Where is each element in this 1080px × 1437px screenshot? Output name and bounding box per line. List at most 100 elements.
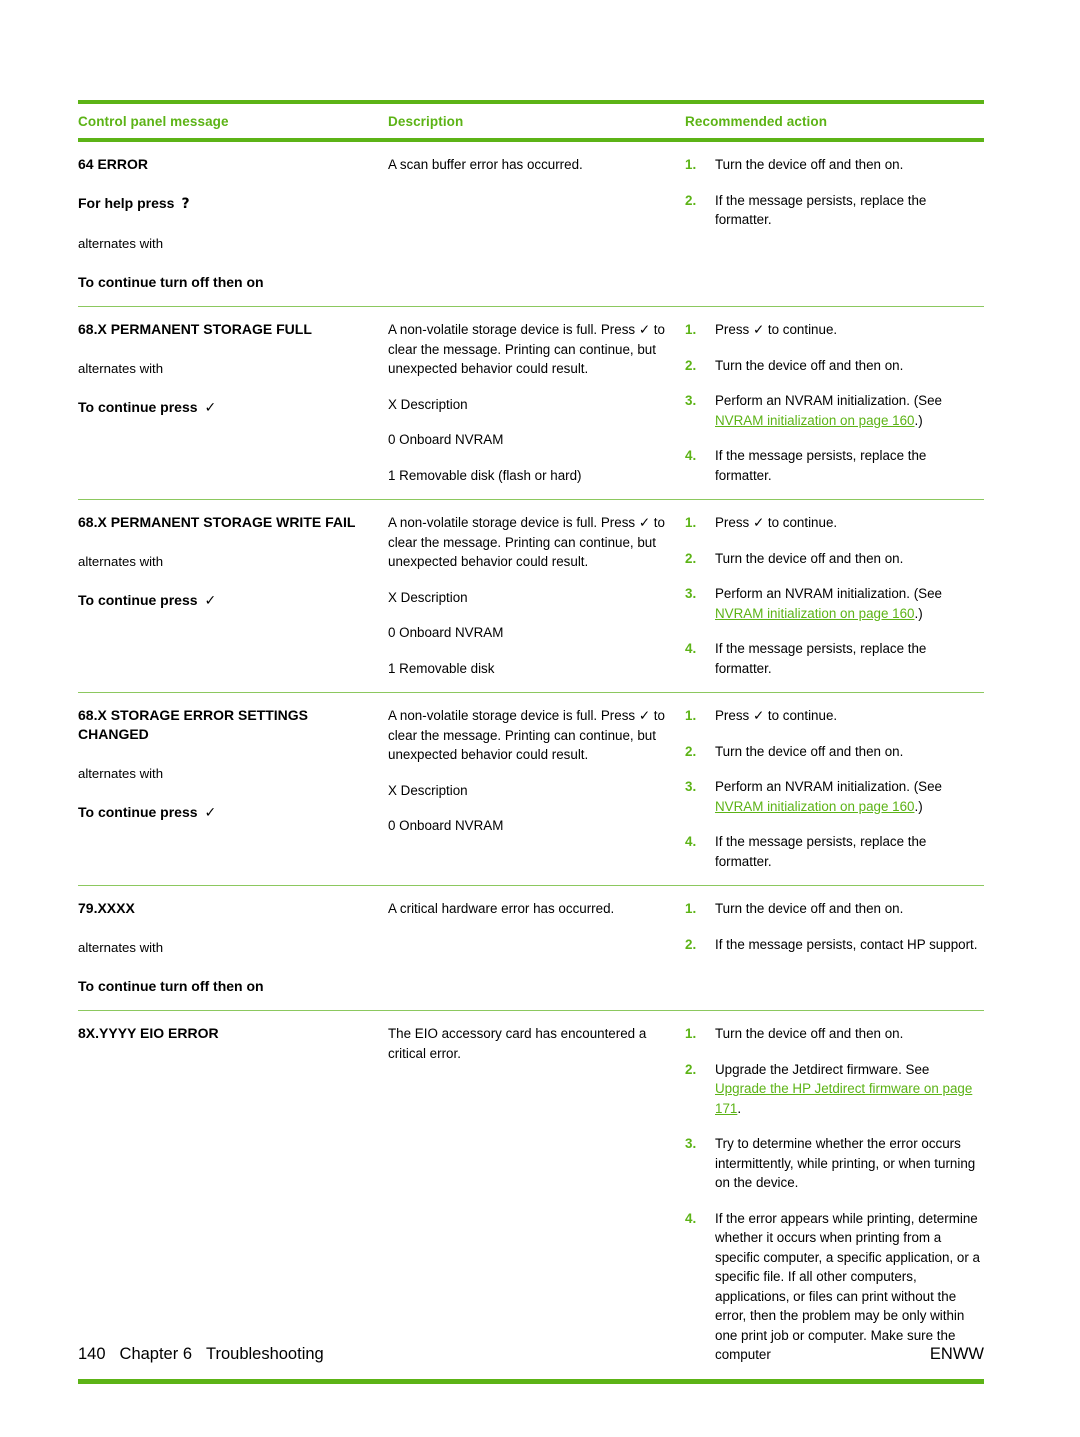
- recommended-action-item: 2. If the message persists, contact HP su…: [685, 935, 984, 955]
- checkmark-icon: ✓: [204, 400, 217, 416]
- action-text-body: Turn the device off and then on.: [715, 901, 904, 916]
- alternates-with-label: alternates with: [78, 236, 164, 251]
- action-text-body: Press ✓ to continue.: [715, 708, 838, 723]
- action-text: Press ✓ to continue.: [715, 706, 984, 726]
- control-panel-message-title: 79.XXXX: [78, 900, 135, 916]
- alternates-with-label: alternates with: [78, 766, 164, 781]
- to-continue-instruction: To continue turn off then on: [78, 273, 378, 292]
- action-text-body: Upgrade the Jetdirect firmware. See: [715, 1061, 930, 1077]
- cell-control-panel-message: 68.X PERMANENT STORAGE FULL alternates wi…: [78, 320, 388, 418]
- cell-recommended-action: 1. Turn the device off and then on. 2. Upgr…: [685, 1024, 984, 1365]
- action-text-body: Press ✓ to continue.: [715, 322, 838, 337]
- action-text: Turn the device off and then on.: [715, 549, 984, 569]
- action-text: Turn the device off and then on.: [715, 742, 984, 762]
- to-continue-instruction: To continue press ✓: [78, 591, 378, 611]
- action-text-body: If the error appears while printing, det…: [715, 1210, 980, 1363]
- control-panel-message-table: Control panel message Description Recomm…: [78, 100, 984, 1384]
- recommended-action-item: 1. Turn the device off and then on.: [685, 899, 984, 919]
- cell-description: A non-volatile storage device is full. P…: [388, 706, 685, 836]
- recommended-action-item: 1. Press ✓ to continue.: [685, 320, 984, 340]
- cell-description: A critical hardware error has occurred.: [388, 899, 685, 919]
- to-continue-text: To continue press: [78, 399, 198, 415]
- recommended-action-item: 3. Perform an NVRAM initialization. (See …: [685, 777, 984, 816]
- control-panel-message-title: 64 ERROR: [78, 156, 149, 172]
- footer-chapter-title: Troubleshooting: [206, 1345, 324, 1363]
- control-panel-message-help-line: For help press?: [78, 194, 378, 214]
- to-continue-instruction: To continue press ✓: [78, 803, 378, 823]
- question-mark-icon: ?: [181, 196, 190, 212]
- action-number: 1.: [685, 515, 697, 530]
- action-text: Perform an NVRAM initialization. (See NV…: [715, 777, 984, 816]
- recommended-action-item: 2. Turn the device off and then on.: [685, 742, 984, 762]
- action-number: 1.: [685, 1026, 697, 1041]
- action-text-body: Turn the device off and then on.: [715, 743, 904, 759]
- cell-control-panel-message: 79.XXXX alternates with To continue turn o…: [78, 899, 388, 996]
- action-text: Try to determine whether the error occur…: [715, 1134, 984, 1193]
- action-number: 3.: [685, 779, 697, 794]
- table-row: 68.X PERMANENT STORAGE FULL alternates wi…: [78, 307, 984, 499]
- action-text: Turn the device off and then on.: [715, 356, 984, 376]
- column-header-description: Description: [388, 114, 464, 129]
- action-text-body: Perform an NVRAM initialization. (See: [715, 779, 942, 794]
- cross-reference-link[interactable]: NVRAM initialization on page 160: [715, 413, 915, 428]
- cross-reference-link[interactable]: NVRAM initialization on page 160: [715, 799, 915, 814]
- action-text: If the message persists, replace the for…: [715, 832, 984, 871]
- action-text: Press ✓ to continue.: [715, 513, 984, 533]
- action-number: 1.: [685, 901, 697, 916]
- description-paragraph: A non-volatile storage device is full. P…: [388, 322, 665, 376]
- cell-control-panel-message: 68.X STORAGE ERROR SETTINGS CHANGED alter…: [78, 706, 388, 823]
- recommended-action-item: 3. Try to determine whether the error occ…: [685, 1134, 984, 1193]
- help-line-text: For help press: [78, 195, 175, 211]
- action-number: 3.: [685, 393, 697, 408]
- page-footer: 140 Chapter 6 Troubleshooting ENWW: [78, 1345, 984, 1364]
- action-text: Turn the device off and then on.: [715, 155, 984, 175]
- action-text-body: Perform an NVRAM initialization. (See: [715, 393, 942, 408]
- action-number: 1.: [685, 157, 697, 172]
- action-number: 2.: [685, 192, 697, 208]
- table-body: 64 ERROR For help press? alternates with To…: [78, 142, 984, 1379]
- action-text-body: If the message persists, replace the for…: [715, 834, 927, 869]
- action-text-body: Try to determine whether the error occur…: [715, 1136, 976, 1190]
- footer-chapter: Chapter 6: [119, 1345, 192, 1363]
- action-text: Perform an NVRAM initialization. (See NV…: [715, 391, 984, 430]
- to-continue-instruction: To continue press ✓: [78, 398, 378, 418]
- recommended-action-list: 1. Turn the device off and then on. 2. If t…: [685, 899, 984, 954]
- cross-reference-link[interactable]: Upgrade the HP Jetdirect firmware on pag…: [715, 1081, 972, 1116]
- cell-recommended-action: 1. Turn the device off and then on. 2. If t…: [685, 155, 984, 230]
- action-number: 2.: [685, 1061, 697, 1077]
- action-number: 2.: [685, 550, 697, 566]
- action-number: 3.: [685, 586, 697, 601]
- action-text: If the error appears while printing, det…: [715, 1209, 984, 1365]
- cross-reference-link[interactable]: NVRAM initialization on page 160: [715, 606, 915, 621]
- description-paragraph: A non-volatile storage device is full. P…: [388, 515, 665, 569]
- recommended-action-item: 4. If the message persists, replace the f…: [685, 446, 984, 485]
- cell-description: The EIO accessory card has encountered a…: [388, 1024, 685, 1063]
- action-number: 2.: [685, 936, 697, 952]
- action-text-body: Turn the device off and then on.: [715, 1026, 904, 1041]
- recommended-action-item: 2. Upgrade the Jetdirect firmware. See Up…: [685, 1060, 984, 1119]
- action-number: 1.: [685, 322, 697, 337]
- control-panel-message-title: 68.X STORAGE ERROR SETTINGS CHANGED: [78, 707, 309, 742]
- action-text: Turn the device off and then on.: [715, 899, 984, 919]
- control-panel-message-title: 8X.YYYY EIO ERROR: [78, 1025, 219, 1041]
- recommended-action-item: 4. If the error appears while printing, d…: [685, 1209, 984, 1365]
- cell-control-panel-message: 8X.YYYY EIO ERROR: [78, 1024, 388, 1043]
- recommended-action-item: 2. Turn the device off and then on.: [685, 549, 984, 569]
- table-bottom-rule: [78, 1378, 984, 1384]
- action-text: Upgrade the Jetdirect firmware. See Upgr…: [715, 1060, 984, 1119]
- recommended-action-item: 1. Turn the device off and then on.: [685, 1024, 984, 1044]
- action-number: 2.: [685, 743, 697, 759]
- footer-left-group: 140 Chapter 6 Troubleshooting: [78, 1345, 324, 1364]
- recommended-action-item: 4. If the message persists, replace the f…: [685, 639, 984, 678]
- recommended-action-list: 1. Turn the device off and then on. 2. Upgr…: [685, 1024, 984, 1365]
- table-header-row: Control panel message Description Recomm…: [78, 104, 984, 138]
- cell-control-panel-message: 64 ERROR For help press? alternates with To…: [78, 155, 388, 292]
- description-paragraph: X Description: [388, 589, 468, 605]
- control-panel-message-title: 68.X PERMANENT STORAGE WRITE FAIL: [78, 514, 356, 530]
- cell-recommended-action: 1. Press ✓ to continue. 2. Turn the device …: [685, 706, 984, 871]
- recommended-action-list: 1. Turn the device off and then on. 2. If t…: [685, 155, 984, 230]
- action-text-tail: .: [737, 1100, 742, 1116]
- action-text-tail: .): [914, 412, 923, 428]
- action-text-body: If the message persists, replace the for…: [715, 448, 927, 483]
- description-paragraph: 1 Removable disk (flash or hard): [388, 467, 582, 483]
